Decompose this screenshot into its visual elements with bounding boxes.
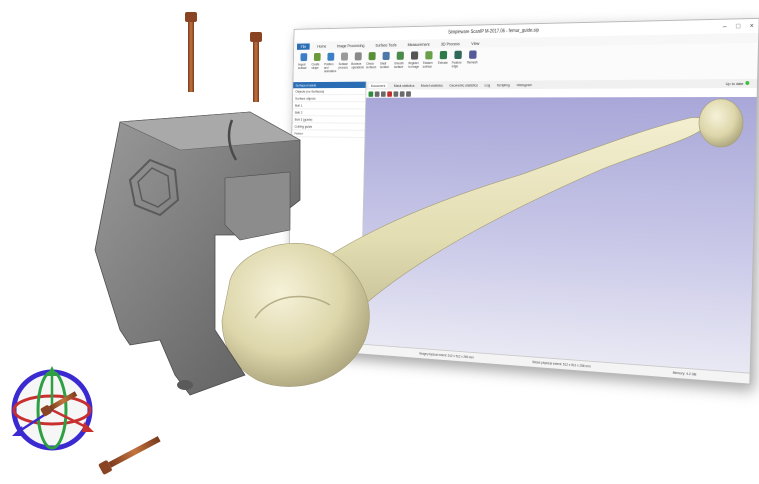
close-button[interactable]: ×	[745, 22, 759, 29]
tab-surface-tools[interactable]: Surface Tools	[375, 42, 396, 47]
ribbon-button-label: Smooth surface	[394, 61, 404, 69]
tab-document[interactable]: Document	[368, 83, 388, 88]
ribbon-button-label: Remesh	[466, 60, 478, 65]
ribbon-button[interactable]: Feature edge	[451, 48, 463, 81]
delete-icon[interactable]	[387, 90, 393, 97]
transform-gizmo-icon[interactable]	[8, 366, 96, 454]
tab-geometric-statistics[interactable]: Geometric statistics	[449, 83, 478, 88]
ribbon-button-label: Import surface	[298, 62, 307, 70]
ribbon-button-label: Feature edge	[451, 60, 462, 69]
ribbon-button-label: Extrude	[437, 60, 448, 65]
ribbon-button-label: Surface process	[338, 62, 348, 70]
ribbon-button[interactable]: Check surfaces	[366, 49, 378, 81]
minimize-button[interactable]: –	[718, 23, 732, 30]
ribbon-button-label: Register to image	[408, 61, 420, 69]
ribbon-button-label: Check surfaces	[366, 61, 377, 70]
ribbon-button-label: Boolean operations	[351, 62, 364, 70]
ribbon-button-label: Shell surface	[380, 61, 390, 70]
ribbon-button[interactable]: Position and orientation	[323, 50, 337, 82]
tab-view[interactable]: View	[471, 41, 479, 46]
ribbon-button[interactable]: Import surface	[298, 51, 309, 83]
ribbon-button[interactable]: Shell surface	[380, 49, 392, 81]
tab-image-processing[interactable]: Image Processing	[337, 43, 365, 48]
tab-model-statistics[interactable]: Model statistics	[421, 83, 443, 88]
bolt-1	[185, 12, 197, 92]
tool-icon	[368, 52, 376, 61]
tool-icon	[410, 51, 418, 60]
tab-histogram[interactable]: Histogram	[517, 82, 533, 87]
tab-measurement[interactable]: Measurement	[408, 42, 430, 47]
tab-log[interactable]: Log	[484, 83, 490, 88]
dataset-browser: Surface models Objects (no Surfaces) Sur…	[287, 81, 367, 345]
tree-item[interactable]: Femur	[292, 130, 365, 138]
tab-file[interactable]: File	[296, 43, 310, 50]
ribbon-button[interactable]: Smooth surface	[394, 49, 406, 82]
layout-icon[interactable]	[406, 90, 411, 97]
bolt-3	[98, 436, 161, 475]
tool-icon	[313, 52, 321, 61]
tool-icon	[424, 51, 433, 60]
zoom-fit-icon[interactable]	[368, 91, 374, 97]
ribbon-button[interactable]: Boolean operations	[351, 50, 364, 82]
maximize-button[interactable]: □	[731, 23, 745, 30]
status-indicator: Up to date	[726, 81, 750, 86]
tab-scripting[interactable]: Scripting	[497, 83, 510, 88]
tool-icon	[396, 51, 404, 60]
ribbon-button[interactable]: Thicken surface	[422, 48, 434, 81]
tab-3d-process[interactable]: 3D Process	[441, 41, 460, 46]
cutting-guide	[94, 111, 302, 396]
tool-icon	[300, 53, 307, 62]
tool-icon	[326, 52, 334, 61]
tool-icon	[382, 51, 390, 61]
3d-viewport[interactable]	[360, 96, 757, 374]
tab-mask-statistics[interactable]: Mask statistics	[394, 83, 415, 88]
tool-icon	[439, 50, 447, 60]
tool-icon	[468, 50, 477, 59]
tool-icon	[354, 52, 362, 61]
ribbon-toolbar: Import surface Create shape Position and o…	[293, 42, 759, 84]
ribbon-button[interactable]: Remesh	[466, 48, 478, 81]
ribbon-button-label: Position and orientation	[323, 62, 337, 74]
tool-icon	[453, 50, 462, 60]
camera-icon[interactable]	[393, 90, 399, 97]
ribbon-button[interactable]: Create shape	[311, 50, 322, 82]
ribbon-button-label: Create shape	[311, 62, 320, 70]
settings-icon[interactable]	[399, 90, 405, 97]
tree-item[interactable]: Surface objects	[292, 95, 366, 103]
ribbon-button[interactable]: Extrude	[437, 48, 449, 81]
rotate-icon[interactable]	[380, 90, 386, 97]
ribbon-button[interactable]: Register to image	[408, 49, 420, 82]
tab-home[interactable]: Home	[317, 44, 326, 49]
bolt-2	[250, 32, 262, 102]
ribbon-button[interactable]: Surface process	[338, 50, 349, 82]
ribbon-button-label: Thicken surface	[422, 61, 433, 69]
application-window: Simpleware ScanIP M-2017.06 - femur_guid…	[286, 17, 759, 385]
tool-icon	[340, 52, 348, 61]
reset-view-icon[interactable]	[374, 90, 380, 97]
